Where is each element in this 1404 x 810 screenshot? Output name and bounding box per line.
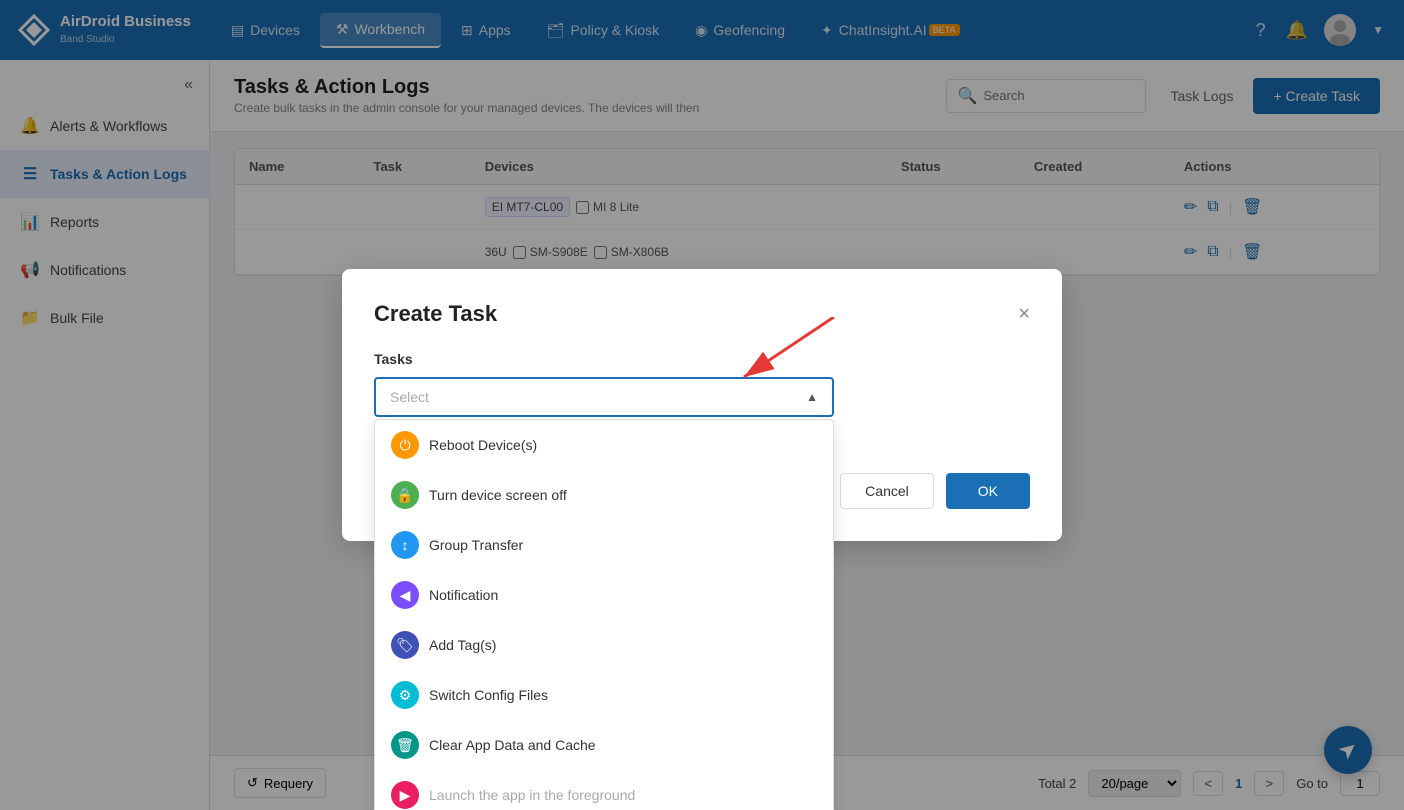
notification-icon: ◀ [391, 581, 419, 609]
modal-title: Create Task [374, 301, 497, 327]
switch-config-icon: ⚙ [391, 681, 419, 709]
launch-app-icon: ▶ [391, 781, 419, 809]
chevron-up-icon: ▲ [806, 390, 818, 404]
dropdown-item-group-transfer[interactable]: ↕ Group Transfer [375, 520, 833, 570]
tasks-dropdown: ⏻ Reboot Device(s) 🔒 Turn device screen … [374, 419, 834, 810]
modal-overlay[interactable]: Create Task × Tasks Select ▲ [0, 0, 1404, 810]
group-transfer-icon: ↕ [391, 531, 419, 559]
select-placeholder: Select [390, 389, 429, 405]
create-task-modal: Create Task × Tasks Select ▲ [342, 269, 1062, 541]
dropdown-item-reboot[interactable]: ⏻ Reboot Device(s) [375, 420, 833, 470]
ok-button[interactable]: OK [946, 473, 1030, 509]
tasks-select[interactable]: Select ▲ [374, 377, 834, 417]
dropdown-item-clear-cache[interactable]: 🗑 Clear App Data and Cache [375, 720, 833, 770]
modal-close-button[interactable]: × [1018, 304, 1030, 324]
dropdown-item-switch-config[interactable]: ⚙ Switch Config Files [375, 670, 833, 720]
screen-off-icon: 🔒 [391, 481, 419, 509]
dropdown-item-screen-off[interactable]: 🔒 Turn device screen off [375, 470, 833, 520]
modal-header: Create Task × [374, 301, 1030, 327]
reboot-icon: ⏻ [391, 431, 419, 459]
clear-cache-icon: 🗑 [391, 731, 419, 759]
cancel-button[interactable]: Cancel [840, 473, 934, 509]
tasks-select-wrapper: Select ▲ ⏻ Reboot Device(s) [374, 377, 1030, 417]
dropdown-item-notification[interactable]: ◀ Notification [375, 570, 833, 620]
dropdown-item-launch-app[interactable]: ▶ Launch the app in the foreground [375, 770, 833, 810]
dropdown-item-add-tag[interactable]: 🏷 Add Tag(s) [375, 620, 833, 670]
add-tag-icon: 🏷 [391, 631, 419, 659]
tasks-field-label: Tasks [374, 351, 1030, 367]
